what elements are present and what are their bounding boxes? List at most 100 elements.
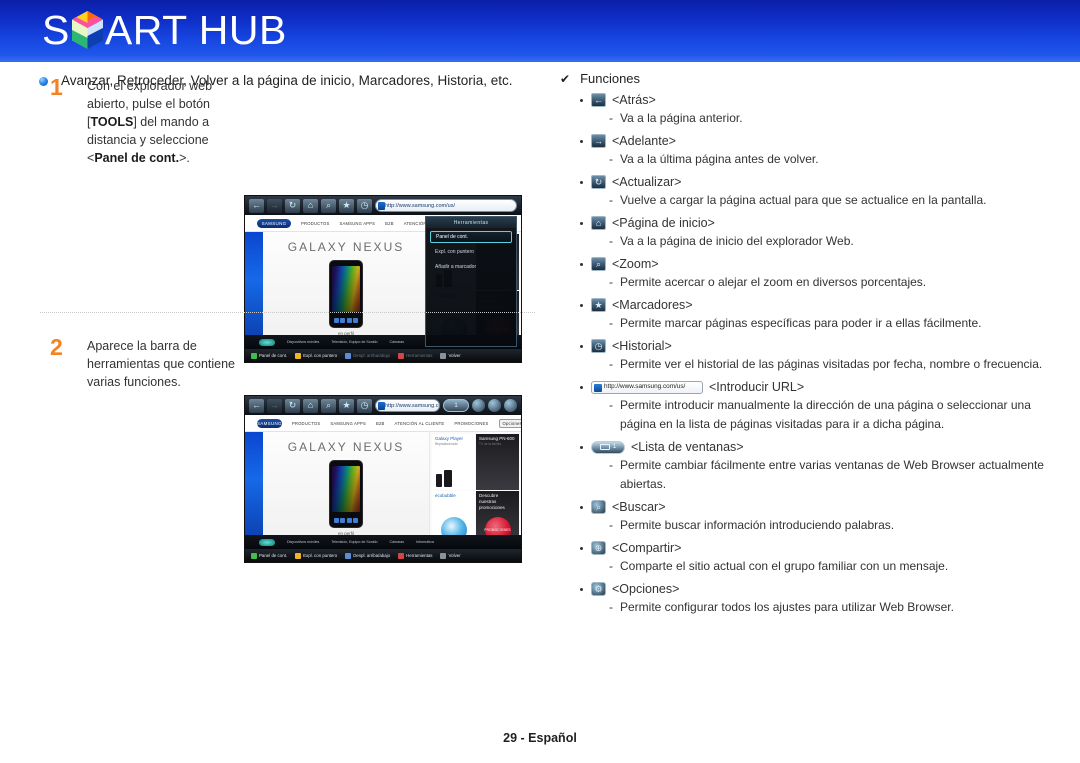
home-icon: ⌂ xyxy=(591,216,606,230)
function-desc: Permite buscar información introduciendo… xyxy=(620,518,895,532)
phone-thumbs-icon xyxy=(436,470,452,487)
zoom-icon[interactable]: ⌕ xyxy=(321,398,336,413)
tv2-phone-image: en perfil diferente xyxy=(329,460,363,541)
refresh-icon[interactable]: ↻ xyxy=(285,398,300,413)
dash-marker: - xyxy=(609,316,613,330)
function-desc-row: - Permite acercar o alejar el zoom en di… xyxy=(609,273,1070,292)
smart-hub-cube-icon xyxy=(71,10,104,50)
refresh-icon: ↻ xyxy=(591,175,606,189)
functions-list: ← <Atrás> - Va a la página anterior. → <… xyxy=(560,93,1070,617)
step-1-number: 1 xyxy=(50,74,63,100)
function-item-opciones: ⚙ <Opciones> - Permite configurar todos … xyxy=(560,582,1070,617)
card-samsung-tv[interactable]: Samsung PN-600 TV de la familia xyxy=(476,434,519,490)
back-arrow-icon[interactable]: ← xyxy=(249,398,264,413)
tv2-hero: GALAXY NEXUS en perfil diferente Galaxy … xyxy=(245,432,521,549)
function-desc: Permite ver el historial de las páginas … xyxy=(620,357,1043,371)
bookmark-star-icon: ★ xyxy=(591,298,606,312)
options-icon[interactable] xyxy=(504,399,517,412)
bottom-btn-pointer[interactable]: Expl. con puntero xyxy=(295,552,337,559)
nav-item-2[interactable]: B2B xyxy=(376,421,385,426)
popup-item-expl-con-puntero[interactable]: Expl. con puntero xyxy=(430,246,512,258)
refresh-icon[interactable]: ↻ xyxy=(285,198,300,213)
search-icon[interactable] xyxy=(472,399,485,412)
forward-arrow-icon[interactable]: → xyxy=(267,398,282,413)
bottom-btn-tools[interactable]: Herramientas xyxy=(398,552,432,559)
history-icon[interactable]: ◷ xyxy=(357,198,372,213)
popup-title: Herramientas xyxy=(426,217,516,228)
bottom-btn-tools[interactable]: Herramientas xyxy=(398,352,432,359)
bullet-icon xyxy=(580,546,583,550)
bullet-icon xyxy=(580,139,583,143)
tv2-bottom-bar: Panel de cont. Expl. con puntero Despl. … xyxy=(245,549,521,562)
function-label: <Buscar> xyxy=(612,500,666,514)
page-footer: 29 - Español xyxy=(503,731,577,745)
tv1-hero-title: GALAXY NEXUS xyxy=(287,240,405,254)
nav-item-1[interactable]: SAMSUNG APPS xyxy=(330,421,366,426)
tv2-url-field[interactable]: http://www.samsung.com/us/ xyxy=(375,399,440,412)
dash-marker: - xyxy=(609,275,613,289)
tv1-footer-text: Dispositivos móviles xyxy=(287,339,320,344)
tv2-footer-text: Cámaras xyxy=(389,539,405,544)
nav-item-3[interactable]: ATENCIÓN AL CLIENTE xyxy=(395,421,445,426)
function-row: ◷ <Historial> xyxy=(580,339,1070,353)
bottom-btn-panel[interactable]: Panel de cont. xyxy=(251,352,287,359)
nav-item-4[interactable]: PROMOCIONES xyxy=(454,421,488,426)
tv1-footer-text: Cámaras xyxy=(389,339,405,344)
bookmark-icon[interactable]: ★ xyxy=(339,398,354,413)
function-desc: Vuelve a cargar la página actual para qu… xyxy=(620,193,987,207)
function-item-buscar: ⌕ <Buscar> - Permite buscar información … xyxy=(560,500,1070,535)
bottom-btn-scroll[interactable]: Despl. arriba/abajo xyxy=(345,352,390,359)
back-arrow-icon[interactable]: ← xyxy=(249,198,264,213)
forward-arrow-icon: → xyxy=(591,134,606,148)
tv2-browser-toolbar: ← → ↻ ⌂ ⌕ ★ ◷ http://www.samsung.com/us/… xyxy=(245,396,521,415)
functions-heading-row: ✔ Funciones xyxy=(560,71,1070,87)
tv2-web-page: SAMSUNG PRODUCTOS SAMSUNG APPS B2B ATENC… xyxy=(245,415,521,549)
popup-item-panel-de-cont[interactable]: Panel de cont. xyxy=(430,231,512,243)
options-button[interactable]: Opciones xyxy=(498,418,521,428)
function-row: → <Adelante> xyxy=(580,134,1070,148)
zoom-icon: ⌕ xyxy=(591,257,606,271)
bullet-icon xyxy=(580,262,583,266)
function-desc: Permite introducir manualmente la direcc… xyxy=(620,398,1031,431)
popup-item-anadir-a-marcador[interactable]: Añadir a marcador xyxy=(430,261,512,273)
function-row: ⌂ <Página de inicio> xyxy=(580,216,1070,230)
nav-item-1[interactable]: SAMSUNG APPS xyxy=(339,221,375,226)
bottom-btn-panel[interactable]: Panel de cont. xyxy=(251,552,287,559)
tv2-cards: Galaxy Player Reproduce todo Samsung PN-… xyxy=(429,432,521,549)
window-list-icon[interactable]: 1 xyxy=(443,399,469,412)
nav-item-0[interactable]: PRODUCTOS xyxy=(301,221,329,226)
function-label: <Introducir URL> xyxy=(709,380,805,394)
bottom-btn-pointer[interactable]: Expl. con puntero xyxy=(295,352,337,359)
function-desc-row: - Permite ver el historial de las página… xyxy=(609,355,1070,374)
nav-item-0[interactable]: PRODUCTOS xyxy=(292,421,320,426)
forward-arrow-icon[interactable]: → xyxy=(267,198,282,213)
function-label: <Compartir> xyxy=(612,541,682,555)
function-desc: Va a la página de inicio del explorador … xyxy=(620,234,854,248)
bottom-btn-scroll[interactable]: Despl. arriba/abajo xyxy=(345,552,390,559)
function-row: ↻ <Actualizar> xyxy=(580,175,1070,189)
share-icon: ⊕ xyxy=(591,541,606,555)
tv2-footer-strip: Dispositivos móviles Televisión, Equipo … xyxy=(245,535,521,549)
phone-app-dots xyxy=(333,518,359,523)
function-desc-row: - Permite buscar información introducien… xyxy=(609,516,1070,535)
functions-heading: Funciones xyxy=(580,71,641,86)
bottom-btn-return[interactable]: Volver xyxy=(440,352,461,359)
bookmark-icon[interactable]: ★ xyxy=(339,198,354,213)
zoom-icon[interactable]: ⌕ xyxy=(321,198,336,213)
function-label: <Adelante> xyxy=(612,134,676,148)
function-desc: Comparte el sitio actual con el grupo fa… xyxy=(620,559,949,573)
bottom-btn-return[interactable]: Volver xyxy=(440,552,461,559)
tv1-browser-toolbar: ← → ↻ ⌂ ⌕ ★ ◷ http://www.samsung.com/us/ xyxy=(245,196,521,215)
nav-item-2[interactable]: B2B xyxy=(385,221,394,226)
share-icon[interactable] xyxy=(488,399,501,412)
tv1-url-field[interactable]: http://www.samsung.com/us/ xyxy=(375,199,517,212)
card-galaxy-player[interactable]: Galaxy Player Reproduce todo xyxy=(432,434,475,490)
logo-letter-s: S xyxy=(42,7,70,53)
history-clock-icon: ◷ xyxy=(591,339,606,353)
function-item-pagina-de-inicio: ⌂ <Página de inicio> - Va a la página de… xyxy=(560,216,1070,251)
samsung-logo: SAMSUNG xyxy=(257,218,291,228)
home-icon[interactable]: ⌂ xyxy=(303,198,318,213)
function-item-compartir: ⊕ <Compartir> - Comparte el sitio actual… xyxy=(560,541,1070,576)
history-icon[interactable]: ◷ xyxy=(357,398,372,413)
home-icon[interactable]: ⌂ xyxy=(303,398,318,413)
